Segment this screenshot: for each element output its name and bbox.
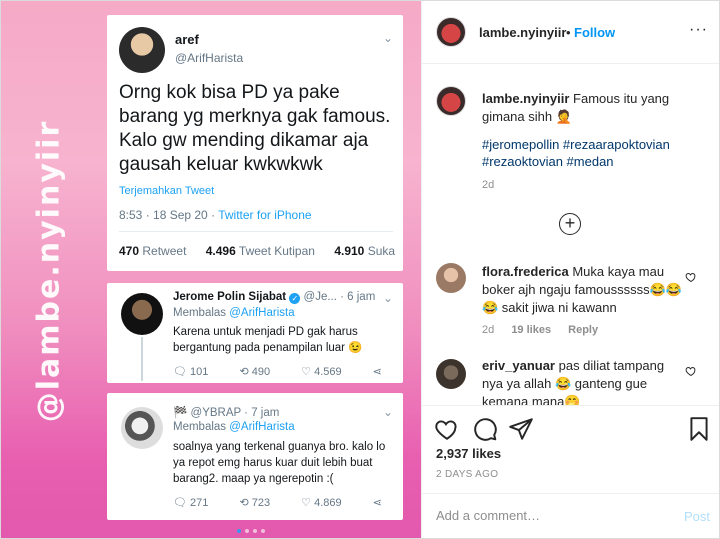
post-sidebar: lambe.nyinyiir • Follow ··· lambe.nyinyi… [421, 1, 719, 538]
comment-username[interactable]: eriv_yanuar [482, 358, 555, 373]
chevron-down-icon: ⌄ [382, 31, 394, 45]
follow-button[interactable]: Follow [574, 25, 615, 40]
separator-dot: • [566, 25, 571, 40]
comment-username[interactable]: flora.frederica [482, 264, 569, 279]
comment-bubble-icon[interactable] [472, 416, 498, 442]
comment-text: eriv_yanuar pas diliat tampang nya ya al… [482, 357, 682, 411]
like-label: Suka [367, 244, 396, 258]
comment-like-icon[interactable] [685, 271, 697, 283]
tweet-card-reply-1: Jerome Polin Sijabat ✓ @Je... · 6 jam ⌄ … [107, 283, 403, 383]
thread-line [141, 337, 143, 381]
reply-count: 101 [190, 366, 209, 378]
reply-handle-time: @Je... · 6 jam [303, 291, 376, 303]
post-image[interactable]: @lambe.nyinyiir aref @ArifHarista ⌄ Orng… [1, 1, 421, 538]
comment-like-icon[interactable] [685, 365, 697, 377]
carousel-dots [237, 520, 269, 538]
quote-count: 4.496 [205, 244, 236, 258]
likes-count[interactable]: 2,937 likes [436, 446, 501, 461]
bookmark-save-icon[interactable] [686, 416, 712, 442]
quote-label: Tweet Kutipan [238, 244, 315, 258]
chevron-down-icon: ⌄ [382, 291, 394, 305]
retweet-count: 470 [119, 244, 140, 258]
share-paper-plane-icon[interactable] [508, 416, 534, 442]
carousel-dot [245, 529, 249, 533]
comment-meta: 2d 19 likes Reply [482, 324, 612, 336]
retweet-icon: ⟲ 490 [239, 366, 271, 378]
reply-avatar [121, 407, 163, 449]
replying-to: Membalas @ArifHarista [173, 421, 295, 433]
reply-avatar [121, 293, 163, 335]
load-more-comments-icon[interactable]: + [559, 213, 581, 235]
tweet-avatar [119, 27, 165, 73]
profile-avatar[interactable] [436, 17, 466, 47]
comment-likes[interactable]: 19 likes [511, 324, 551, 336]
tweet-card-reply-2: 🏁 @YBRAP · 7 jam ⌄ Membalas @ArifHarista… [107, 393, 403, 520]
carousel-dot-active [237, 529, 241, 533]
comment-reply-button[interactable]: Reply [568, 324, 598, 336]
verified-badge-icon: ✓ [289, 293, 301, 304]
reply-handle-time: @YBRAP · 7 jam [190, 407, 280, 419]
heart-icon: ♡ 4.569 [301, 366, 342, 378]
tweet-time: 8:53 · 18 Sep 20 · [119, 208, 219, 222]
reply-author-name: Jerome Polin Sijabat [173, 291, 287, 303]
header-username[interactable]: lambe.nyinyiir [479, 25, 566, 40]
post-header: lambe.nyinyiir • Follow ··· [422, 1, 719, 64]
retweet-count: 490 [251, 366, 271, 378]
reply-header: 🏁 @YBRAP · 7 jam [173, 405, 279, 419]
share-icon: ⋖ [372, 497, 382, 509]
caption-username[interactable]: lambe.nyinyiir [482, 91, 569, 106]
divider [119, 231, 393, 232]
caption-avatar[interactable] [436, 86, 466, 116]
retweet-icon: ⟲ 723 [239, 497, 271, 509]
reply-text: soalnya yang terkenal guanya bro. kalo l… [173, 441, 386, 485]
comment-text: flora.frederica Muka kaya mau boker ajh … [482, 263, 682, 317]
reply-actions: 🗨 271 ⟲ 723 ♡ 4.869 ⋖ [173, 496, 396, 509]
reply-target: @ArifHarista [229, 307, 295, 319]
tweet-card-main: aref @ArifHarista ⌄ Orng kok bisa PD ya … [107, 15, 403, 271]
like-count: 4.569 [314, 366, 342, 378]
tweet-author-name: aref [175, 32, 199, 47]
caption-time: 2d [482, 179, 495, 191]
carousel-dot [253, 529, 257, 533]
tweet-meta: 8:53 · 18 Sep 20 · Twitter for iPhone [119, 208, 312, 222]
reply-icon: 🗨 271 [173, 497, 209, 509]
reply-author-name: 🏁 [173, 407, 188, 419]
retweet-label: Retweet [142, 244, 187, 258]
post-date: 2 DAYS AGO [436, 469, 499, 480]
add-comment-input[interactable] [436, 508, 666, 523]
comment-time: 2d [482, 324, 495, 336]
heart-icon: ♡ 4.869 [301, 497, 342, 509]
share-icon: ⋖ [372, 366, 382, 378]
retweet-count: 723 [251, 497, 271, 509]
reply-prefix: Membalas [173, 307, 230, 319]
caption-hashtags[interactable]: #jeromepollin #rezaarapoktovian #rezaokt… [482, 136, 712, 170]
more-options-icon[interactable]: ··· [689, 21, 708, 39]
reply-count: 271 [190, 497, 209, 509]
tweet-text: Orng kok bisa PD ya pake barang yg merkn… [119, 82, 391, 175]
chevron-down-icon: ⌄ [382, 405, 394, 419]
like-count: 4.869 [314, 497, 342, 509]
translate-link: Terjemahkan Tweet [119, 185, 215, 197]
reply-actions: 🗨 101 ⟲ 490 ♡ 4.569 ⋖ [173, 365, 396, 378]
comment-avatar[interactable] [436, 263, 466, 293]
like-heart-icon[interactable] [434, 416, 460, 442]
instagram-post-window: @lambe.nyinyiir aref @ArifHarista ⌄ Orng… [0, 0, 720, 539]
add-comment-bar: Post [422, 493, 719, 538]
tweet-author-handle: @ArifHarista [175, 51, 244, 65]
reply-icon: 🗨 101 [173, 366, 209, 378]
caption-text: lambe.nyinyiir Famous itu yang gimana si… [482, 90, 712, 126]
like-count: 4.910 [334, 244, 365, 258]
comment-avatar[interactable] [436, 359, 466, 389]
tweet-stats: 470 Retweet 4.496 Tweet Kutipan 4.910 Su… [119, 244, 411, 258]
carousel-dot [261, 529, 265, 533]
reply-target: @ArifHarista [229, 421, 295, 433]
replying-to: Membalas @ArifHarista [173, 307, 295, 319]
post-comment-button[interactable]: Post [684, 509, 710, 524]
watermark-text: @lambe.nyinyiir [31, 119, 67, 423]
reply-header: Jerome Polin Sijabat ✓ @Je... · 6 jam [173, 291, 375, 304]
reply-text: Karena untuk menjadi PD gak harus bergan… [173, 326, 363, 354]
reply-prefix: Membalas [173, 421, 230, 433]
tweet-source: Twitter for iPhone [218, 208, 312, 222]
